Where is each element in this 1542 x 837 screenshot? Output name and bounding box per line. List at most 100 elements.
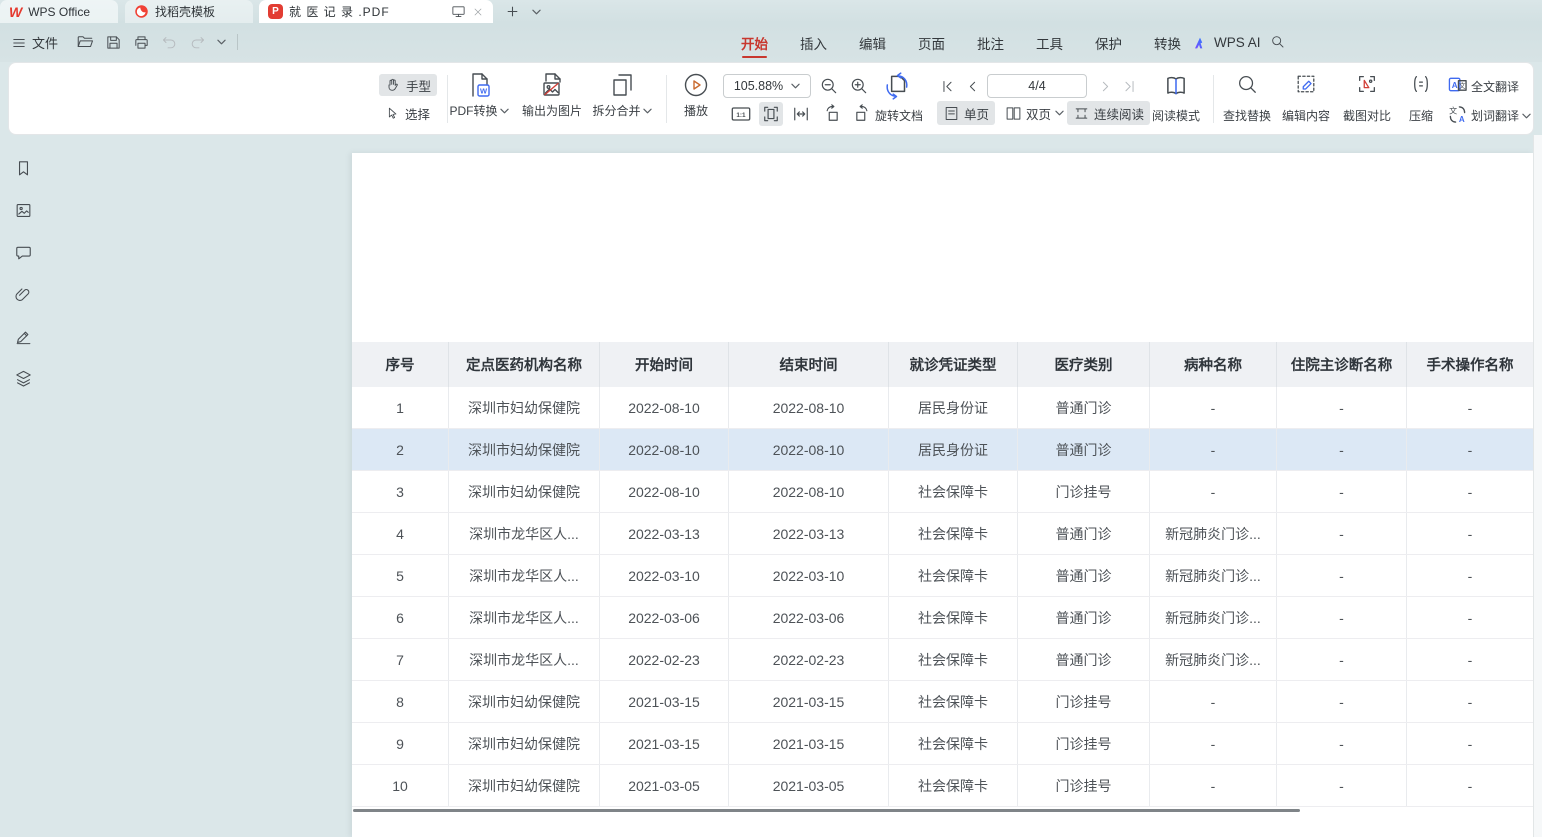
fit-page-button[interactable] [759, 102, 783, 126]
table-header-row: 序号定点医药机构名称开始时间结束时间就诊凭证类型医疗类别病种名称住院主诊断名称手… [352, 342, 1533, 387]
actual-size-icon: 1:1 [730, 103, 752, 125]
first-page-button[interactable] [937, 76, 957, 96]
export-image-button[interactable]: 输出为图片 [514, 71, 590, 119]
double-page-toggle[interactable]: 双页 [999, 101, 1070, 125]
quickbar-chevron-icon[interactable] [217, 39, 226, 45]
hand-tool-button[interactable]: 手型 [379, 74, 437, 96]
zoom-in-button[interactable] [847, 74, 871, 98]
rotate-left-button[interactable] [821, 102, 845, 126]
full-translate-button[interactable]: A文 [1447, 74, 1467, 94]
menu-item-page[interactable]: 页面 [917, 23, 946, 62]
split-merge-button[interactable]: 拆分合并 [586, 71, 658, 119]
edit-content-label[interactable]: 编辑内容 [1282, 107, 1330, 124]
table-cell: 3 [352, 471, 449, 512]
last-page-button[interactable] [1119, 76, 1139, 96]
table-cell: 社会保障卡 [889, 555, 1018, 596]
divider [666, 75, 667, 123]
fit-width-button[interactable] [789, 102, 813, 126]
table-cell: 2021-03-15 [600, 681, 729, 722]
rotate-right-button[interactable] [849, 102, 873, 126]
find-replace-button[interactable] [1235, 72, 1259, 96]
table-cell: 9 [352, 723, 449, 764]
new-tab-icon[interactable] [505, 4, 520, 19]
tab-document[interactable]: P 就 医 记 录 .PDF [259, 0, 493, 23]
menu-items: 开始 插入 编辑 页面 批注 工具 保护 转换 [740, 23, 1182, 62]
screenshot-compare-label[interactable]: 截图对比 [1343, 107, 1391, 124]
screenshot-compare-button[interactable] [1355, 72, 1379, 96]
menu-item-edit[interactable]: 编辑 [858, 23, 887, 62]
table-horizontal-scrollbar[interactable] [353, 809, 1300, 812]
zoom-level-select[interactable]: 105.88% [723, 74, 811, 98]
find-replace-label[interactable]: 查找替换 [1223, 107, 1271, 124]
table-cell: - [1407, 681, 1533, 722]
word-translate-button[interactable]: 文A [1447, 104, 1467, 124]
table-cell: 6 [352, 597, 449, 638]
tab-wps-office[interactable]: W WPS Office [0, 0, 118, 23]
compress-label[interactable]: 压缩 [1409, 107, 1433, 124]
menu-item-home[interactable]: 开始 [740, 23, 769, 62]
compress-button[interactable] [1409, 72, 1433, 96]
continuous-reading-toggle[interactable]: 连续阅读 [1067, 101, 1150, 125]
table-cell: - [1407, 513, 1533, 554]
menu-item-tools[interactable]: 工具 [1035, 23, 1064, 62]
comment-icon[interactable] [12, 241, 34, 263]
vertical-scrollbar[interactable] [1533, 135, 1542, 837]
file-menu-button[interactable]: 文件 [12, 33, 58, 52]
double-page-icon [1005, 105, 1022, 122]
screenshot-compare-icon [1356, 73, 1378, 95]
play-button[interactable]: 播放 [672, 71, 720, 119]
edit-content-button[interactable] [1294, 72, 1318, 96]
zoom-out-button[interactable] [817, 74, 841, 98]
wps-ai-label: WPS AI [1214, 35, 1261, 50]
undo-icon[interactable] [161, 34, 178, 51]
thumbnail-icon[interactable] [12, 199, 34, 221]
rotate-document-button[interactable] [881, 70, 913, 102]
search-icon[interactable] [1270, 34, 1286, 50]
next-page-button[interactable] [1095, 76, 1115, 96]
print-icon[interactable] [133, 34, 150, 51]
single-page-toggle[interactable]: 单页 [937, 101, 995, 125]
table-cell: 深圳市妇幼保健院 [449, 471, 600, 512]
actual-size-button[interactable]: 1:1 [729, 102, 753, 126]
table-row: 5深圳市龙华区人...2022-03-102022-03-10社会保障卡普通门诊… [352, 555, 1533, 597]
previous-page-button[interactable] [962, 76, 982, 96]
tab-list-chevron-icon[interactable] [532, 9, 541, 15]
rotate-document-label[interactable]: 旋转文档 [875, 107, 923, 124]
folder-open-icon[interactable] [76, 33, 94, 51]
table-cell: - [1150, 471, 1277, 512]
full-translate-label[interactable]: 全文翻译 [1471, 78, 1519, 95]
table-cell: 深圳市妇幼保健院 [449, 387, 600, 428]
read-mode-label[interactable]: 阅读模式 [1152, 107, 1200, 124]
page-number-input[interactable]: 4/4 [987, 74, 1087, 98]
read-mode-button[interactable] [1161, 71, 1191, 101]
signature-icon[interactable] [12, 325, 34, 347]
redo-icon[interactable] [189, 34, 206, 51]
select-tool-button[interactable]: 选择 [379, 102, 436, 124]
divider [237, 34, 238, 50]
wps-ai-button[interactable]: WPS AI [1192, 23, 1261, 62]
menu-item-annotate[interactable]: 批注 [976, 23, 1005, 62]
last-page-icon [1121, 78, 1138, 95]
table-cell: 新冠肺炎门诊... [1150, 639, 1277, 680]
table-cell: - [1150, 429, 1277, 470]
table-cell: 深圳市妇幼保健院 [449, 765, 600, 806]
layers-icon[interactable] [12, 367, 34, 389]
close-icon[interactable] [472, 6, 484, 18]
zoom-in-icon [849, 76, 869, 96]
menu-item-insert[interactable]: 插入 [799, 23, 828, 62]
attachment-icon[interactable] [12, 283, 34, 305]
table-cell: 8 [352, 681, 449, 722]
table-cell: 2021-03-15 [600, 723, 729, 764]
table-cell: - [1277, 387, 1407, 428]
table-cell: - [1407, 597, 1533, 638]
table-cell: 普通门诊 [1018, 429, 1150, 470]
menu-item-convert[interactable]: 转换 [1153, 23, 1182, 62]
pdf-convert-button[interactable]: W PDF转换 [442, 71, 516, 119]
monitor-icon[interactable] [451, 4, 466, 19]
save-icon[interactable] [105, 34, 122, 51]
menu-item-protect[interactable]: 保护 [1094, 23, 1123, 62]
table-header-cell: 开始时间 [600, 342, 729, 387]
tab-docer-templates[interactable]: 找稻壳模板 [125, 0, 253, 23]
bookmark-icon[interactable] [12, 157, 34, 179]
word-translate-label[interactable]: 划词翻译 [1471, 107, 1531, 124]
